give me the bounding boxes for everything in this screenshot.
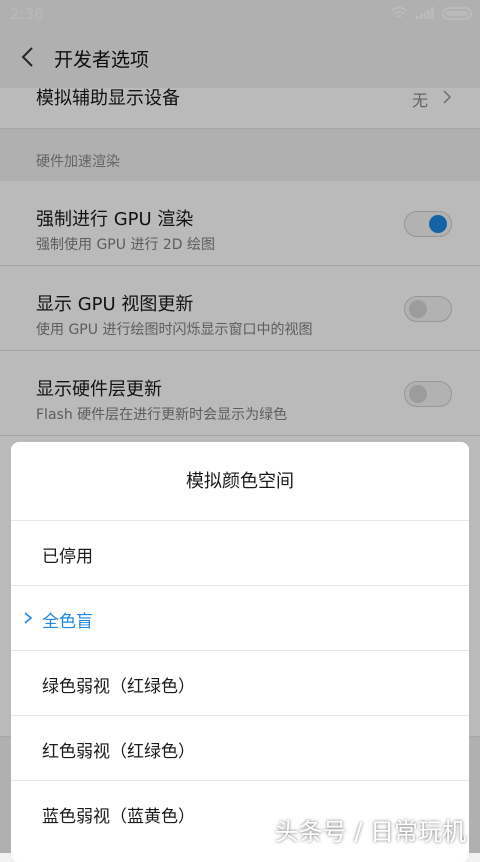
option-protanomaly[interactable]: 红色弱视（红绿色） bbox=[11, 716, 469, 781]
option-disabled[interactable]: 已停用 bbox=[11, 521, 469, 586]
dialog-title: 模拟颜色空间 bbox=[11, 442, 469, 521]
watermark: 头条号 / 日常玩机 bbox=[274, 818, 466, 846]
option-label: 红色弱视（红绿色） bbox=[42, 742, 195, 762]
selected-chevron-icon bbox=[24, 612, 33, 624]
option-monochromacy[interactable]: 全色盲 bbox=[11, 586, 469, 651]
option-deuteranomaly[interactable]: 绿色弱视（红绿色） bbox=[11, 651, 469, 716]
option-label: 蓝色弱视（蓝黄色） bbox=[42, 807, 195, 827]
option-label: 绿色弱视（红绿色） bbox=[42, 677, 195, 697]
color-space-dialog: 模拟颜色空间 已停用 全色盲 绿色弱视（红绿色） 红色弱视（红绿色） 蓝色弱视（… bbox=[11, 442, 469, 862]
option-label: 已停用 bbox=[42, 547, 93, 567]
option-label: 全色盲 bbox=[42, 612, 93, 632]
